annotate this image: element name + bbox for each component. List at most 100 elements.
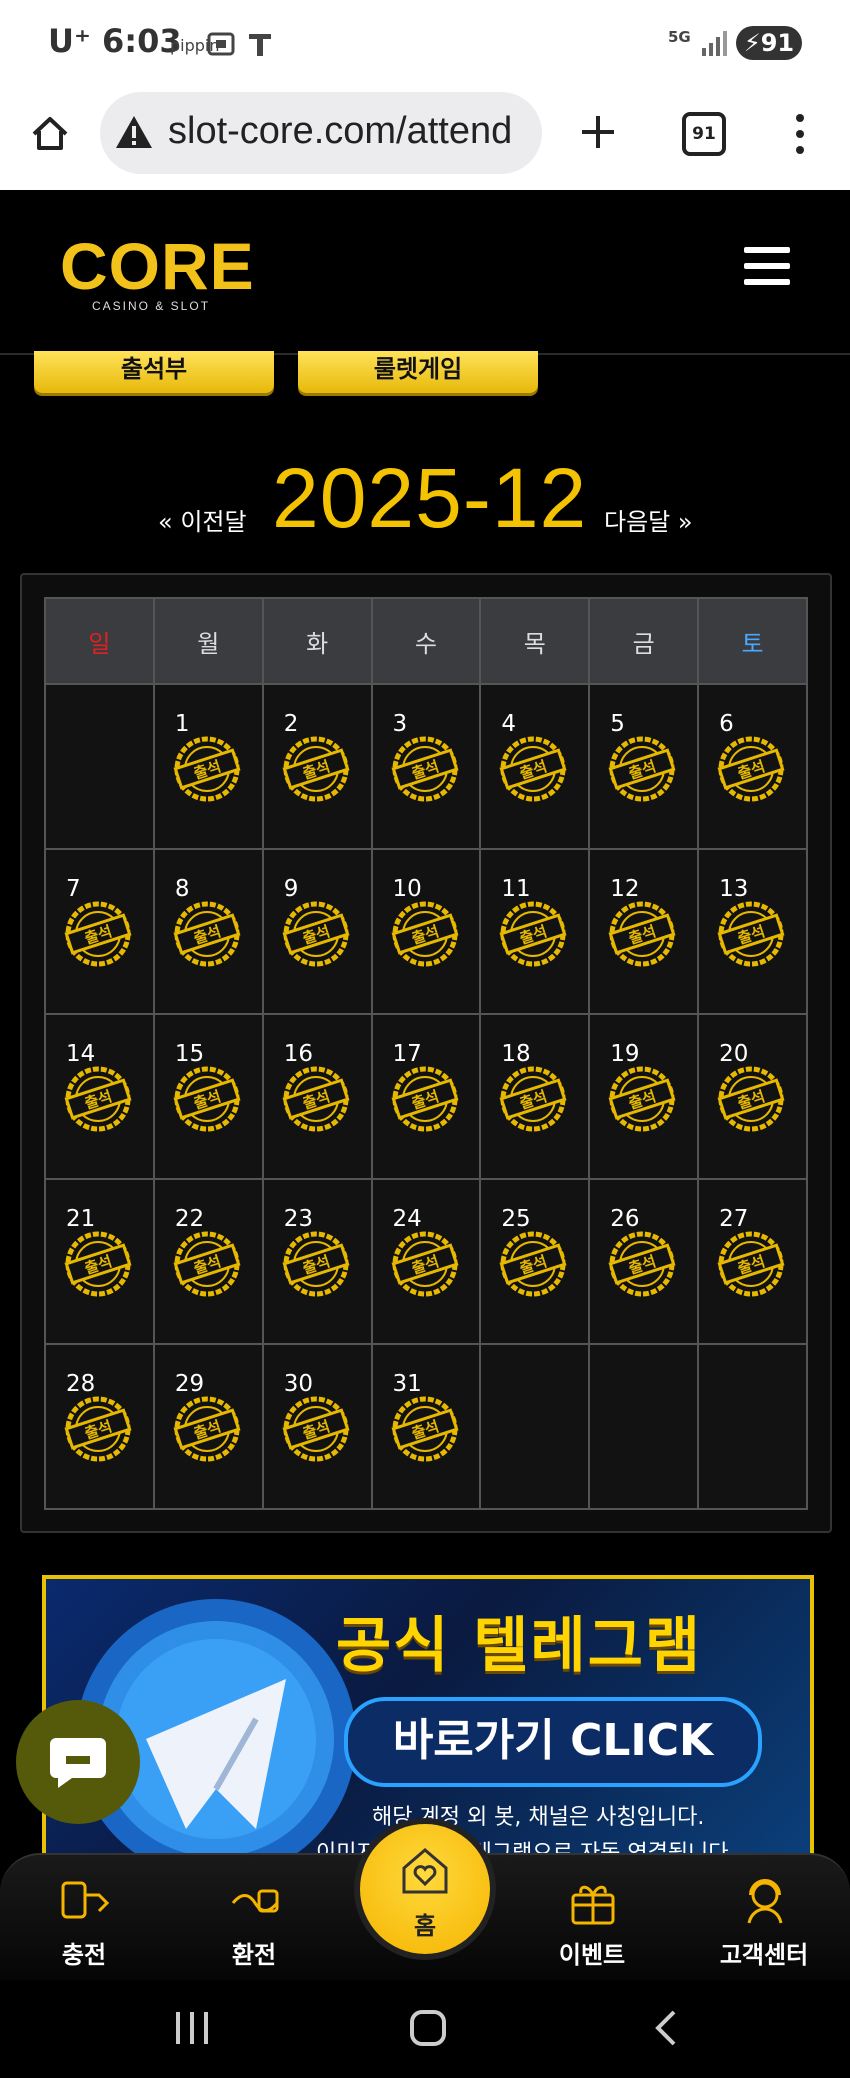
site-logo[interactable]: CORE CASINO & SLOT — [60, 229, 255, 313]
nav-event-label: 이벤트 — [558, 1941, 626, 1969]
attendance-stamp-icon: 출석 — [497, 898, 569, 970]
calendar-day-cell[interactable]: 8 출석 — [152, 848, 264, 1015]
battery-indicator: ⚡91 — [736, 26, 802, 60]
calendar-day-cell[interactable]: 31 출석 — [370, 1343, 482, 1510]
calendar-day-cell[interactable]: 11 출석 — [479, 848, 591, 1015]
calendar-day-cell[interactable]: 26 출석 — [588, 1178, 700, 1345]
calendar-day-cell[interactable]: 20 출석 — [697, 1013, 808, 1180]
calendar-empty-cell — [44, 683, 155, 850]
calendar-day-cell[interactable]: 10 출석 — [370, 848, 482, 1015]
address-bar[interactable]: slot-core.com/attend — [100, 92, 542, 174]
attendance-stamp-icon: 출석 — [715, 1063, 787, 1135]
calendar-day-cell[interactable]: 16 출석 — [261, 1013, 373, 1180]
calendar-grid: 일월화수목금토 1 출석 2 출석 3 출석 4 출석 5 출석 6 출석 7 출석 8 출석 9 출석 10 출석 1… — [44, 597, 808, 1510]
weekday-header: 목 — [479, 597, 591, 685]
calendar-empty-cell — [588, 1343, 700, 1510]
system-navigation — [0, 1980, 850, 2078]
new-tab-icon[interactable] — [578, 112, 618, 152]
banner-title: 공식 텔레그램 — [336, 1611, 703, 1681]
attendance-stamp-icon: 출석 — [389, 1228, 461, 1300]
calendar-day-cell[interactable]: 17 출석 — [370, 1013, 482, 1180]
calendar-day-cell[interactable]: 3 출석 — [370, 683, 482, 850]
nav-home[interactable]: 홈 — [360, 1824, 490, 1954]
nav-withdraw[interactable]: 환전 — [184, 1855, 324, 1981]
tab-switcher[interactable]: 91 — [682, 112, 726, 156]
attendance-stamp-icon: 출석 — [497, 1063, 569, 1135]
attendance-stamp-icon: 출석 — [606, 898, 678, 970]
attendance-stamp-icon: 출석 — [171, 1393, 243, 1465]
calendar-day-cell[interactable]: 21 출석 — [44, 1178, 155, 1345]
attendance-stamp-icon: 출석 — [62, 898, 134, 970]
attendance-stamp-icon: 출석 — [171, 1228, 243, 1300]
calendar-day-cell[interactable]: 23 출석 — [261, 1178, 373, 1345]
chat-bubble-icon — [50, 1738, 106, 1788]
attendance-stamp-icon: 출석 — [171, 733, 243, 805]
calendar-day-cell[interactable]: 2 출석 — [261, 683, 373, 850]
signal-icon — [702, 31, 727, 56]
banner-click-button[interactable]: 바로가기 CLICK — [344, 1697, 762, 1787]
calendar-day-cell[interactable]: 4 출석 — [479, 683, 591, 850]
url-text[interactable]: slot-core.com/attend — [168, 110, 512, 153]
attendance-stamp-icon: 출석 — [171, 898, 243, 970]
attendance-stamp-icon: 출석 — [280, 1228, 352, 1300]
attendance-stamp-icon: 출석 — [280, 1393, 352, 1465]
weekday-header: 월 — [152, 597, 264, 685]
attendance-stamp-icon: 출석 — [280, 898, 352, 970]
next-month-link[interactable]: 다음달 » — [604, 502, 693, 537]
attendance-stamp-icon: 출석 — [497, 733, 569, 805]
calendar-day-cell[interactable]: 7 출석 — [44, 848, 155, 1015]
warning-icon[interactable] — [114, 114, 154, 150]
nav-deposit-label: 충전 — [61, 1941, 107, 1969]
logo-wordmark: CORE — [60, 229, 255, 303]
calendar-day-cell[interactable]: 6 출석 — [697, 683, 808, 850]
calendar-day-cell[interactable]: 25 출석 — [479, 1178, 591, 1345]
attendance-stamp-icon: 출석 — [715, 733, 787, 805]
hamburger-menu-icon[interactable] — [744, 247, 790, 285]
back-icon[interactable] — [650, 2008, 680, 2048]
deposit-icon — [61, 1881, 110, 1919]
live-chat-button[interactable] — [16, 1700, 140, 1824]
attendance-stamp-icon: 출석 — [715, 898, 787, 970]
calendar-day-cell[interactable]: 5 출석 — [588, 683, 700, 850]
more-menu-icon[interactable] — [790, 112, 810, 156]
calendar-day-cell[interactable]: 13 출석 — [697, 848, 808, 1015]
attendance-stamp-icon: 출석 — [389, 1063, 461, 1135]
status-bar: U⁺ 6:03 pippin 5G ⚡91 — [0, 0, 850, 90]
tab-roulette[interactable]: 룰렛게임 — [298, 351, 538, 393]
calendar-week-row: 1 출석 2 출석 3 출석 4 출석 5 출석 6 출석 — [44, 683, 808, 850]
recent-apps-icon[interactable] — [172, 2010, 212, 2046]
telegram-banner[interactable]: 공식 텔레그램 바로가기 CLICK 해당 계정 외 봇, 채널은 사칭입니다.… — [42, 1575, 814, 1863]
nav-home-label: 홈 — [413, 1912, 437, 1940]
attendance-stamp-icon: 출석 — [62, 1063, 134, 1135]
nav-event[interactable]: 이벤트 — [522, 1855, 662, 1981]
calendar-day-cell[interactable]: 15 출석 — [152, 1013, 264, 1180]
withdraw-icon — [231, 1889, 279, 1913]
nav-withdraw-label: 환전 — [231, 1941, 277, 1969]
calendar-day-cell[interactable]: 9 출석 — [261, 848, 373, 1015]
calendar-day-cell[interactable]: 19 출석 — [588, 1013, 700, 1180]
calendar-day-cell[interactable]: 28 출석 — [44, 1343, 155, 1510]
calendar-day-cell[interactable]: 1 출석 — [152, 683, 264, 850]
browser-toolbar: slot-core.com/attend 91 — [0, 90, 850, 190]
weekday-header: 금 — [588, 597, 700, 685]
calendar-day-cell[interactable]: 29 출석 — [152, 1343, 264, 1510]
calendar-day-cell[interactable]: 12 출석 — [588, 848, 700, 1015]
calendar-day-cell[interactable]: 24 출석 — [370, 1178, 482, 1345]
attendance-stamp-icon: 출석 — [497, 1228, 569, 1300]
calendar-week-row: 21 출석 22 출석 23 출석 24 출석 25 출석 26 출석 27 출석 — [44, 1178, 808, 1345]
calendar-day-cell[interactable]: 27 출석 — [697, 1178, 808, 1345]
site-header: CORE CASINO & SLOT — [0, 191, 850, 355]
calendar-week-row: 14 출석 15 출석 16 출석 17 출석 18 출석 19 출석 20 출석 — [44, 1013, 808, 1180]
home-icon[interactable] — [28, 112, 72, 156]
nav-support[interactable]: 고객센터 — [694, 1855, 834, 1981]
calendar-day-cell[interactable]: 22 출석 — [152, 1178, 264, 1345]
calendar-day-cell[interactable]: 18 출석 — [479, 1013, 591, 1180]
attendance-stamp-icon: 출석 — [715, 1228, 787, 1300]
attendance-stamp-icon: 출석 — [389, 898, 461, 970]
tab-attendance[interactable]: 출석부 — [34, 351, 274, 393]
nav-deposit[interactable]: 충전 — [14, 1855, 154, 1981]
calendar-day-cell[interactable]: 30 출석 — [261, 1343, 373, 1510]
home-circle-icon[interactable] — [408, 2008, 448, 2048]
prev-month-link[interactable]: « 이전달 — [158, 502, 247, 537]
calendar-day-cell[interactable]: 14 출석 — [44, 1013, 155, 1180]
